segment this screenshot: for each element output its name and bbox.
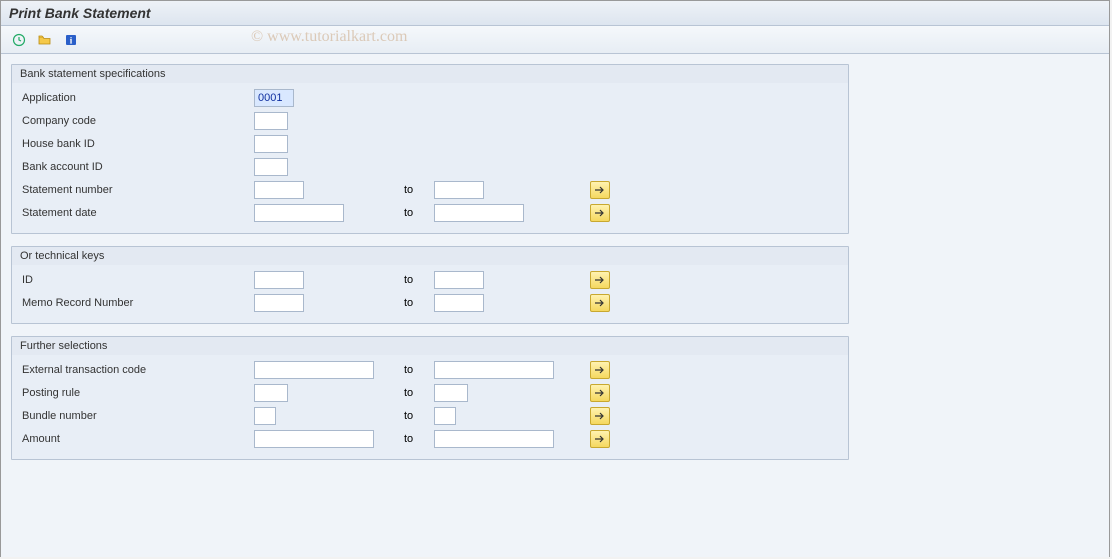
ext-trans-label: External transaction code bbox=[18, 360, 248, 380]
to-label: to bbox=[404, 297, 434, 309]
row-bank-account: Bank account ID bbox=[18, 156, 842, 178]
amount-label: Amount bbox=[18, 429, 248, 449]
title-bar: Print Bank Statement bbox=[1, 1, 1109, 26]
to-label: to bbox=[404, 207, 434, 219]
id-from-input[interactable] bbox=[254, 271, 304, 289]
to-label: to bbox=[404, 410, 434, 422]
posting-rule-label: Posting rule bbox=[18, 383, 248, 403]
company-code-input[interactable] bbox=[254, 112, 288, 130]
info-button[interactable]: i bbox=[61, 31, 81, 49]
execute-button[interactable] bbox=[9, 31, 29, 49]
bundle-from-input[interactable] bbox=[254, 407, 276, 425]
row-posting-rule: Posting rule to bbox=[18, 382, 842, 404]
bundle-multi-button[interactable] bbox=[590, 407, 610, 425]
arrow-right-icon bbox=[594, 298, 606, 308]
arrow-right-icon bbox=[594, 411, 606, 421]
to-label: to bbox=[404, 387, 434, 399]
to-label: to bbox=[404, 274, 434, 286]
row-ext-trans: External transaction code to bbox=[18, 359, 842, 381]
arrow-right-icon bbox=[594, 388, 606, 398]
amount-multi-button[interactable] bbox=[590, 430, 610, 448]
bank-account-input[interactable] bbox=[254, 158, 288, 176]
statement-number-multi-button[interactable] bbox=[590, 181, 610, 199]
application-label: Application bbox=[18, 88, 248, 108]
folder-icon bbox=[38, 33, 52, 47]
statement-number-label: Statement number bbox=[18, 180, 248, 200]
bundle-to-input[interactable] bbox=[434, 407, 456, 425]
group-technical-keys: Or technical keys ID to Memo Record Numb… bbox=[11, 246, 849, 324]
arrow-right-icon bbox=[594, 275, 606, 285]
to-label: to bbox=[404, 433, 434, 445]
ext-trans-from-input[interactable] bbox=[254, 361, 374, 379]
content-area: Bank statement specifications Applicatio… bbox=[1, 54, 1109, 557]
statement-date-to-input[interactable] bbox=[434, 204, 524, 222]
row-application: Application bbox=[18, 87, 842, 109]
toolbar: i © www.tutorialkart.com bbox=[1, 26, 1109, 54]
house-bank-input[interactable] bbox=[254, 135, 288, 153]
statement-date-from-input[interactable] bbox=[254, 204, 344, 222]
group-title: Or technical keys bbox=[12, 247, 848, 265]
application-input[interactable] bbox=[254, 89, 294, 107]
posting-rule-to-input[interactable] bbox=[434, 384, 468, 402]
statement-date-multi-button[interactable] bbox=[590, 204, 610, 222]
watermark-text: © www.tutorialkart.com bbox=[251, 28, 407, 46]
bank-account-label: Bank account ID bbox=[18, 157, 248, 177]
house-bank-label: House bank ID bbox=[18, 134, 248, 154]
group-further-selections: Further selections External transaction … bbox=[11, 336, 849, 460]
company-code-label: Company code bbox=[18, 111, 248, 131]
group-title: Further selections bbox=[12, 337, 848, 355]
page-title: Print Bank Statement bbox=[9, 5, 151, 21]
row-memo: Memo Record Number to bbox=[18, 292, 842, 314]
statement-number-from-input[interactable] bbox=[254, 181, 304, 199]
row-company-code: Company code bbox=[18, 110, 842, 132]
bundle-label: Bundle number bbox=[18, 406, 248, 426]
arrow-right-icon bbox=[594, 185, 606, 195]
amount-from-input[interactable] bbox=[254, 430, 374, 448]
memo-to-input[interactable] bbox=[434, 294, 484, 312]
arrow-right-icon bbox=[594, 208, 606, 218]
to-label: to bbox=[404, 364, 434, 376]
ext-trans-multi-button[interactable] bbox=[590, 361, 610, 379]
amount-to-input[interactable] bbox=[434, 430, 554, 448]
memo-from-input[interactable] bbox=[254, 294, 304, 312]
arrow-right-icon bbox=[594, 365, 606, 375]
row-id: ID to bbox=[18, 269, 842, 291]
row-house-bank: House bank ID bbox=[18, 133, 842, 155]
id-multi-button[interactable] bbox=[590, 271, 610, 289]
row-amount: Amount to bbox=[18, 428, 842, 450]
memo-label: Memo Record Number bbox=[18, 293, 248, 313]
arrow-right-icon bbox=[594, 434, 606, 444]
id-label: ID bbox=[18, 270, 248, 290]
to-label: to bbox=[404, 184, 434, 196]
statement-number-to-input[interactable] bbox=[434, 181, 484, 199]
row-bundle: Bundle number to bbox=[18, 405, 842, 427]
memo-multi-button[interactable] bbox=[590, 294, 610, 312]
group-bank-statement-spec: Bank statement specifications Applicatio… bbox=[11, 64, 849, 234]
row-statement-date: Statement date to bbox=[18, 202, 842, 224]
id-to-input[interactable] bbox=[434, 271, 484, 289]
group-title: Bank statement specifications bbox=[12, 65, 848, 83]
ext-trans-to-input[interactable] bbox=[434, 361, 554, 379]
info-icon: i bbox=[64, 33, 78, 47]
clock-icon bbox=[12, 33, 26, 47]
row-statement-number: Statement number to bbox=[18, 179, 842, 201]
get-variant-button[interactable] bbox=[35, 31, 55, 49]
posting-rule-from-input[interactable] bbox=[254, 384, 288, 402]
posting-rule-multi-button[interactable] bbox=[590, 384, 610, 402]
statement-date-label: Statement date bbox=[18, 203, 248, 223]
app-window: Print Bank Statement i © www.tutorialkar… bbox=[0, 0, 1110, 557]
